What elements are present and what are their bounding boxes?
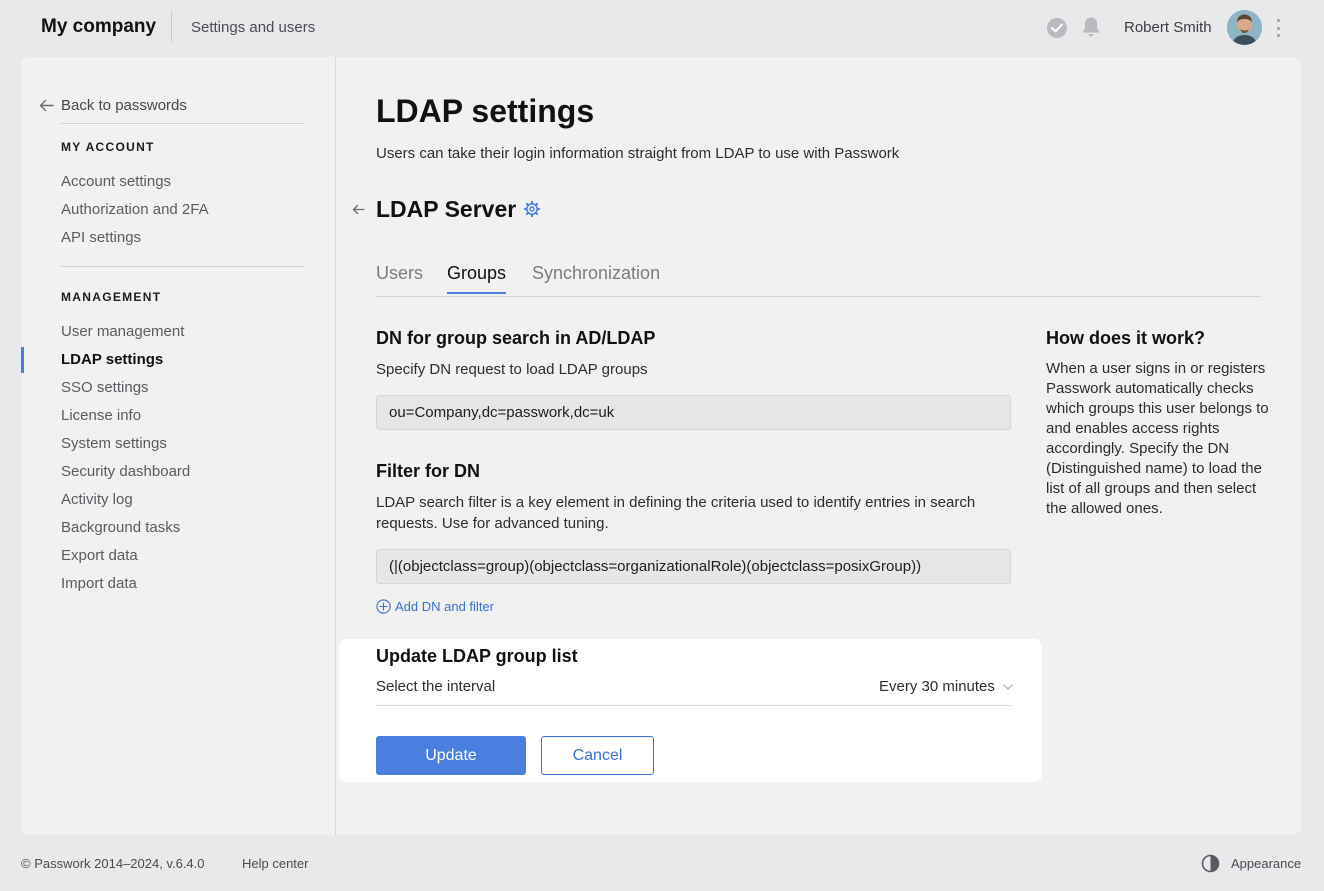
tab-groups[interactable]: Groups <box>447 263 507 294</box>
help-center-link[interactable]: Help center <box>242 856 308 871</box>
panel-divider <box>376 705 1011 706</box>
main-card: Back to passwords MY ACCOUNT Account set… <box>21 57 1301 835</box>
sidebar: Back to passwords MY ACCOUNT Account set… <box>21 57 336 835</box>
interval-label: Select the interval <box>376 678 496 695</box>
active-item-marker <box>21 347 24 373</box>
topbar-divider <box>171 12 172 42</box>
filter-description: LDAP search filter is a key element in d… <box>376 494 976 532</box>
sidebar-item-authorization-2fa[interactable]: Authorization and 2FA <box>61 201 209 218</box>
update-button[interactable]: Update <box>376 736 526 775</box>
management-heading: MANAGEMENT <box>61 290 162 304</box>
back-link-label: Back to passwords <box>61 97 187 114</box>
plus-circle-icon <box>376 599 391 614</box>
back-arrow-icon[interactable] <box>352 202 365 220</box>
sidebar-item-system-settings[interactable]: System settings <box>61 435 167 452</box>
dn-input[interactable] <box>376 395 1011 430</box>
sidebar-item-import-data[interactable]: Import data <box>61 575 137 592</box>
my-account-heading: MY ACCOUNT <box>61 140 155 154</box>
update-panel-title: Update LDAP group list <box>376 646 578 666</box>
interval-select[interactable]: Every 30 minutes <box>879 678 1013 695</box>
contrast-icon <box>1201 854 1220 873</box>
gear-icon[interactable] <box>523 200 541 222</box>
sidebar-item-api-settings[interactable]: API settings <box>61 229 141 246</box>
tab-synchronization[interactable]: Synchronization <box>532 263 660 292</box>
footer-copyright: © Passwork 2014–2024, v.6.4.0 <box>21 856 205 871</box>
avatar[interactable] <box>1227 10 1262 45</box>
section-name: Settings and users <box>191 19 316 36</box>
tab-bar: Users Groups Synchronization <box>376 261 1261 297</box>
top-bar: My company Settings and users Robert Smi… <box>0 0 1324 56</box>
help-text: When a user signs in or registers Passwo… <box>1046 360 1269 517</box>
sidebar-divider <box>61 123 305 124</box>
cancel-button[interactable]: Cancel <box>541 736 654 775</box>
more-menu-icon[interactable] <box>1271 17 1285 39</box>
chevron-down-icon <box>1003 683 1013 690</box>
user-name[interactable]: Robert Smith <box>1124 19 1212 36</box>
sidebar-item-account-settings[interactable]: Account settings <box>61 173 171 190</box>
content-area: LDAP settings Users can take their login… <box>336 57 1301 835</box>
check-status-icon[interactable] <box>1047 18 1067 38</box>
add-dn-filter-button[interactable]: Add DN and filter <box>376 599 494 614</box>
dn-section-title: DN for group search in AD/LDAP <box>376 328 656 348</box>
sidebar-item-user-management[interactable]: User management <box>61 323 184 340</box>
back-to-passwords-link[interactable]: Back to passwords <box>39 97 187 114</box>
arrow-left-icon <box>39 99 54 112</box>
tab-users[interactable]: Users <box>376 263 423 292</box>
sidebar-item-export-data[interactable]: Export data <box>61 547 138 564</box>
appearance-label: Appearance <box>1231 856 1302 871</box>
sidebar-divider <box>61 266 305 267</box>
sidebar-item-security-dashboard[interactable]: Security dashboard <box>61 463 190 480</box>
page-subtitle: Users can take their login information s… <box>376 145 900 162</box>
sidebar-item-background-tasks[interactable]: Background tasks <box>61 519 180 536</box>
update-group-list-panel: Update LDAP group list Select the interv… <box>339 639 1042 782</box>
sidebar-item-activity-log[interactable]: Activity log <box>61 491 133 508</box>
filter-section-title: Filter for DN <box>376 461 481 481</box>
filter-input[interactable] <box>376 549 1011 584</box>
add-dn-filter-label: Add DN and filter <box>395 599 494 614</box>
help-title: How does it work? <box>1046 328 1206 348</box>
bell-icon[interactable] <box>1081 16 1101 43</box>
sidebar-item-sso-settings[interactable]: SSO settings <box>61 379 149 396</box>
appearance-toggle[interactable]: Appearance <box>1201 854 1301 873</box>
server-title: LDAP Server <box>376 196 517 222</box>
page-title: LDAP settings <box>376 93 595 129</box>
sidebar-item-license-info[interactable]: License info <box>61 407 141 424</box>
company-name[interactable]: My company <box>41 16 156 38</box>
interval-value: Every 30 minutes <box>879 678 995 695</box>
dn-description: Specify DN request to load LDAP groups <box>376 361 648 378</box>
sidebar-item-ldap-settings[interactable]: LDAP settings <box>61 351 163 368</box>
